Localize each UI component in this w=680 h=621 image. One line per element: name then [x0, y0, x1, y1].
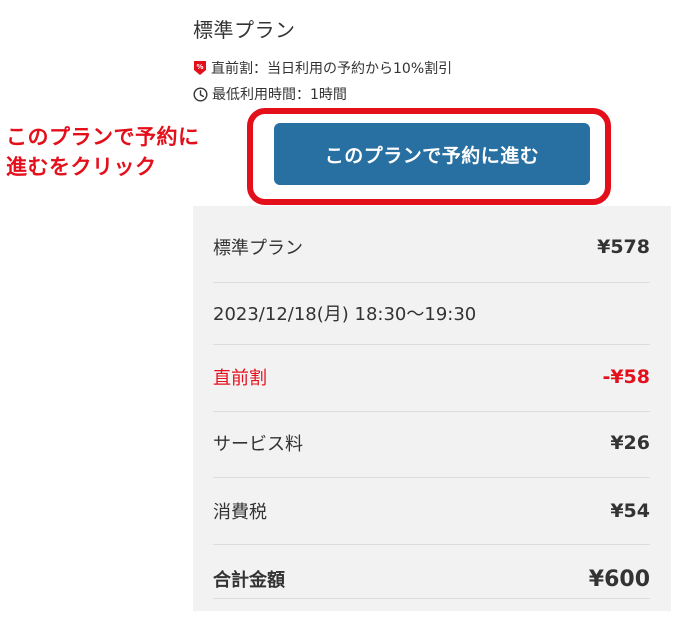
- divider: [213, 477, 650, 478]
- annotation-line-2: 進むをクリック: [6, 155, 157, 179]
- summary-label: 2023/12/18(月) 18:30〜19:30: [213, 304, 477, 325]
- summary-amount: -¥58: [602, 366, 650, 388]
- summary-row-plan: 標準プラン ¥578: [213, 234, 650, 260]
- summary-label: 合計金額: [213, 570, 285, 591]
- summary-amount: ¥600: [588, 566, 650, 592]
- summary-row-tax: 消費税 ¥54: [213, 498, 650, 524]
- summary-label: 直前割: [213, 368, 267, 389]
- summary-amount: ¥54: [610, 500, 650, 522]
- instruction-annotation: このプランで予約に 進むをクリック: [6, 122, 200, 182]
- min-duration-info: 最低利用時間：1時間: [193, 84, 347, 104]
- summary-amount: ¥26: [610, 432, 650, 454]
- discount-info: % 直前割：当日利用の予約から10%割引: [193, 58, 452, 78]
- min-duration-text: 最低利用時間：1時間: [212, 87, 347, 103]
- discount-tag-icon: %: [193, 60, 207, 76]
- summary-label: 標準プラン: [213, 238, 303, 259]
- svg-text:%: %: [196, 63, 203, 71]
- divider: [213, 598, 650, 599]
- divider: [213, 544, 650, 545]
- discount-info-text: 直前割：当日利用の予約から10%割引: [211, 61, 453, 77]
- price-summary-panel: 標準プラン ¥578 2023/12/18(月) 18:30〜19:30 直前割…: [193, 206, 671, 611]
- proceed-reservation-button[interactable]: このプランで予約に進む: [274, 123, 590, 185]
- summary-row-datetime: 2023/12/18(月) 18:30〜19:30: [213, 300, 650, 326]
- summary-amount: ¥578: [597, 236, 650, 258]
- summary-label: 消費税: [213, 502, 267, 523]
- summary-row-discount: 直前割 -¥58: [213, 364, 650, 390]
- divider: [213, 344, 650, 345]
- annotation-line-1: このプランで予約に: [6, 125, 200, 149]
- summary-label: サービス料: [213, 434, 303, 455]
- divider: [213, 282, 650, 283]
- clock-icon: [193, 86, 208, 102]
- plan-title: 標準プラン: [193, 18, 296, 42]
- summary-row-total: 合計金額 ¥600: [213, 566, 650, 592]
- summary-row-service-fee: サービス料 ¥26: [213, 430, 650, 456]
- divider: [213, 411, 650, 412]
